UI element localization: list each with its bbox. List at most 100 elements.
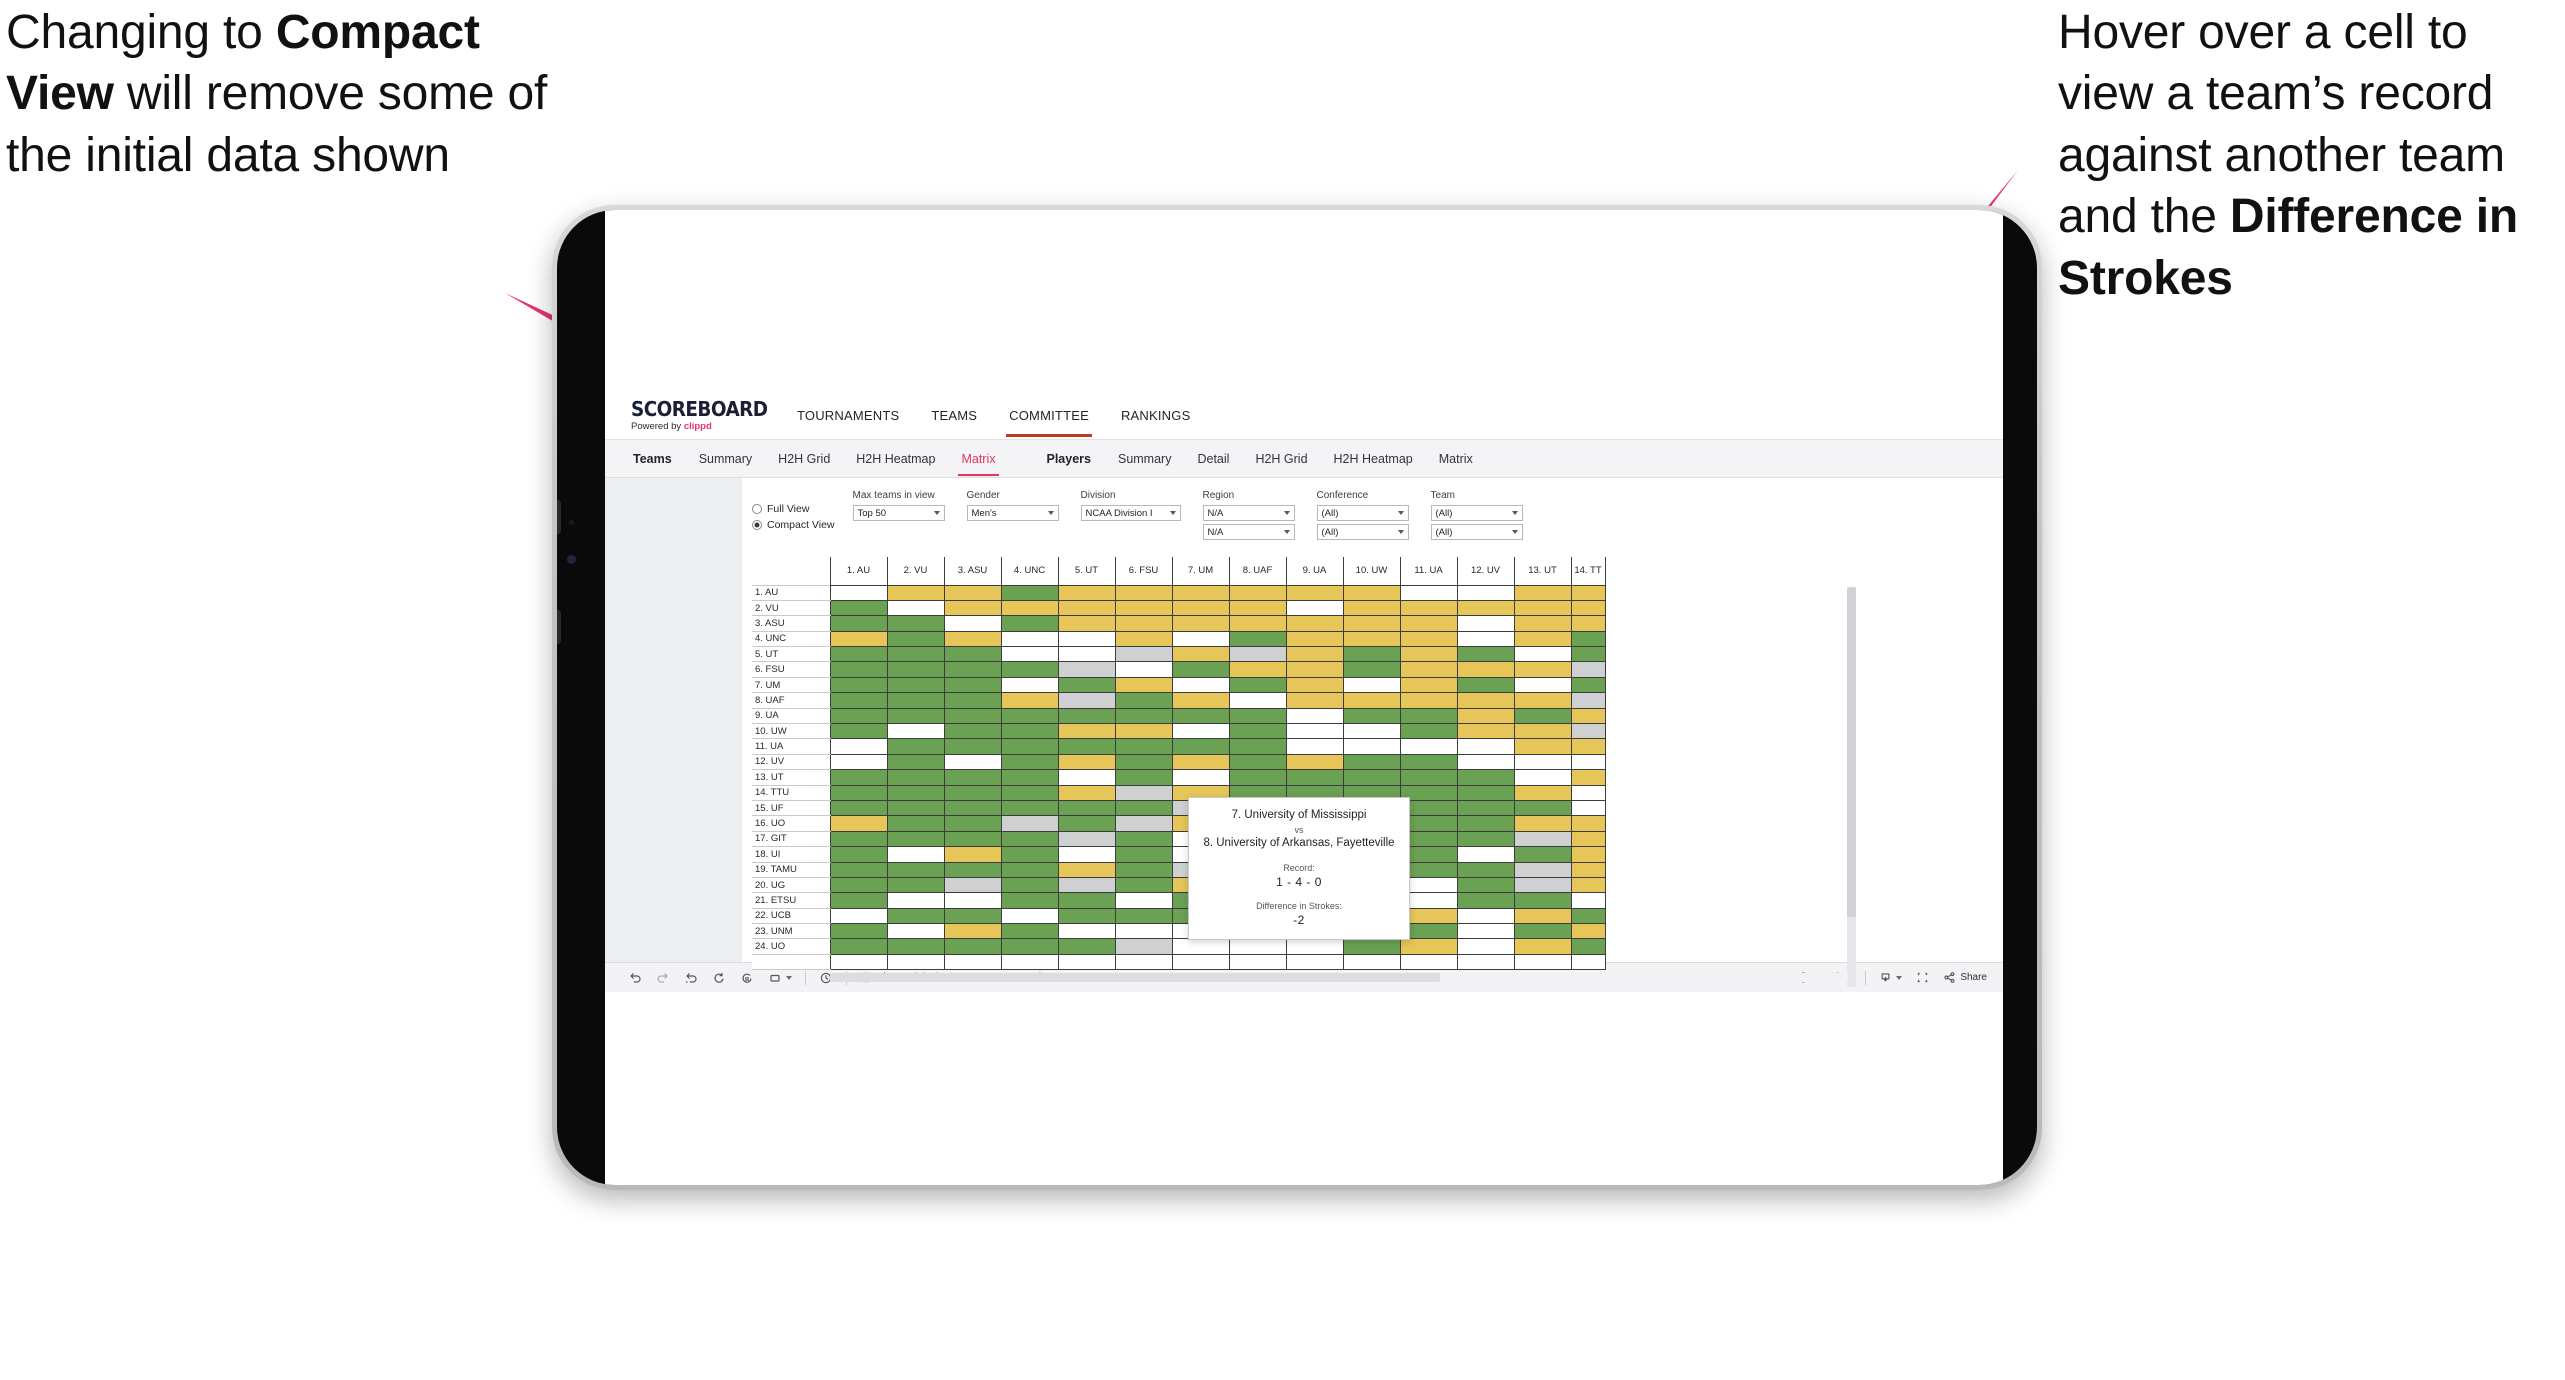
matrix-cell[interactable] bbox=[1513, 799, 1572, 817]
matrix-cell[interactable] bbox=[1456, 599, 1515, 617]
matrix-cell[interactable] bbox=[829, 769, 888, 786]
share-button[interactable]: Share bbox=[1936, 971, 2003, 984]
matrix-cell[interactable] bbox=[1570, 599, 1606, 617]
matrix-cell[interactable] bbox=[1513, 892, 1572, 909]
matrix-cell[interactable] bbox=[1513, 630, 1572, 648]
matrix-cell[interactable] bbox=[886, 815, 945, 832]
matrix-cell[interactable] bbox=[829, 923, 888, 940]
matrix-cell[interactable] bbox=[1000, 707, 1059, 725]
matrix-cell[interactable] bbox=[1114, 615, 1173, 632]
matrix-cell[interactable] bbox=[943, 953, 1002, 971]
matrix-cell[interactable] bbox=[1570, 938, 1606, 955]
matrix-cell[interactable] bbox=[1456, 692, 1515, 709]
subnav-teams-matrix[interactable]: Matrix bbox=[948, 452, 1008, 476]
matrix-cell[interactable] bbox=[1171, 938, 1230, 955]
matrix-cell[interactable] bbox=[1342, 723, 1401, 740]
matrix-cell[interactable] bbox=[1000, 876, 1059, 894]
matrix-cell[interactable] bbox=[829, 630, 888, 648]
matrix-cell[interactable] bbox=[943, 815, 1002, 832]
matrix-cell[interactable] bbox=[886, 738, 945, 755]
matrix-cell[interactable] bbox=[943, 784, 1002, 801]
matrix-cell[interactable] bbox=[1342, 584, 1401, 601]
matrix-cell[interactable] bbox=[1285, 953, 1344, 971]
horizontal-scrollbar[interactable] bbox=[830, 973, 1848, 983]
matrix-cell[interactable] bbox=[829, 830, 888, 848]
matrix-cell[interactable] bbox=[886, 630, 945, 648]
matrix-cell[interactable] bbox=[1570, 707, 1606, 725]
topnav-item-tournaments[interactable]: TOURNAMENTS bbox=[781, 393, 915, 437]
matrix-cell[interactable] bbox=[829, 723, 888, 740]
matrix-cell[interactable] bbox=[1456, 861, 1515, 878]
matrix-cell[interactable] bbox=[829, 615, 888, 632]
matrix-cell[interactable] bbox=[1171, 707, 1230, 725]
matrix-cell[interactable] bbox=[1228, 953, 1287, 971]
matrix-cell[interactable] bbox=[1000, 599, 1059, 617]
matrix-cell[interactable] bbox=[1513, 753, 1572, 771]
matrix-cell[interactable] bbox=[1456, 815, 1515, 832]
matrix-cell[interactable] bbox=[1000, 692, 1059, 709]
matrix-cell[interactable] bbox=[1228, 676, 1287, 694]
matrix-cell[interactable] bbox=[829, 584, 888, 601]
subnav-players-h2h-grid[interactable]: H2H Grid bbox=[1242, 452, 1320, 466]
matrix-cell[interactable] bbox=[1513, 953, 1572, 971]
matrix-cell[interactable] bbox=[1285, 646, 1344, 663]
matrix-cell[interactable] bbox=[1513, 646, 1572, 663]
matrix-cell[interactable] bbox=[1399, 692, 1458, 709]
matrix-cell[interactable] bbox=[1057, 830, 1116, 848]
matrix-cell[interactable] bbox=[1000, 769, 1059, 786]
filter-region-select-1[interactable]: N/A bbox=[1202, 505, 1295, 521]
matrix-cell[interactable] bbox=[1513, 584, 1572, 601]
matrix-cell[interactable] bbox=[886, 907, 945, 925]
matrix-cell[interactable] bbox=[1171, 630, 1230, 648]
matrix-cell[interactable] bbox=[1114, 753, 1173, 771]
matrix-cell[interactable] bbox=[1513, 876, 1572, 894]
matrix-cell[interactable] bbox=[1057, 769, 1116, 786]
matrix-cell[interactable] bbox=[1570, 584, 1606, 601]
matrix-cell[interactable] bbox=[1000, 830, 1059, 848]
matrix-cell[interactable] bbox=[1000, 892, 1059, 909]
matrix-cell[interactable] bbox=[1228, 723, 1287, 740]
matrix-cell[interactable] bbox=[1456, 723, 1515, 740]
matrix-cell[interactable] bbox=[1114, 646, 1173, 663]
redo-button[interactable] bbox=[649, 971, 677, 985]
matrix-cell[interactable] bbox=[943, 830, 1002, 848]
matrix-cell[interactable] bbox=[1399, 630, 1458, 648]
matrix-cell[interactable] bbox=[1456, 846, 1515, 863]
matrix-cell[interactable] bbox=[1000, 907, 1059, 925]
matrix-cell[interactable] bbox=[1000, 661, 1059, 678]
matrix-cell[interactable] bbox=[1570, 953, 1606, 971]
pause-button[interactable] bbox=[733, 971, 761, 985]
matrix-cell[interactable] bbox=[1171, 661, 1230, 678]
filter-gender-select[interactable]: Men's bbox=[966, 505, 1059, 521]
subnav-players-h2h-heatmap[interactable]: H2H Heatmap bbox=[1321, 452, 1426, 466]
matrix-cell[interactable] bbox=[1513, 615, 1572, 632]
matrix-cell[interactable] bbox=[1399, 661, 1458, 678]
matrix-cell[interactable] bbox=[943, 923, 1002, 940]
matrix-cell[interactable] bbox=[886, 599, 945, 617]
matrix-cell[interactable] bbox=[1570, 661, 1606, 678]
matrix-cell[interactable] bbox=[1057, 861, 1116, 878]
matrix-cell[interactable] bbox=[886, 769, 945, 786]
matrix-cell[interactable] bbox=[1342, 615, 1401, 632]
subnav-players-summary[interactable]: Summary bbox=[1105, 452, 1184, 466]
radio-full-view[interactable]: Full View bbox=[752, 503, 835, 515]
matrix-cell[interactable] bbox=[1171, 753, 1230, 771]
matrix-cell[interactable] bbox=[886, 723, 945, 740]
matrix-cell[interactable] bbox=[1399, 646, 1458, 663]
matrix-cell[interactable] bbox=[886, 584, 945, 601]
matrix-cell[interactable] bbox=[1114, 738, 1173, 755]
matrix-cell[interactable] bbox=[1285, 769, 1344, 786]
matrix-cell[interactable] bbox=[1228, 753, 1287, 771]
subnav-players-detail[interactable]: Detail bbox=[1184, 452, 1242, 466]
matrix-cell[interactable] bbox=[1570, 769, 1606, 786]
matrix-cell[interactable] bbox=[1456, 646, 1515, 663]
matrix-cell[interactable] bbox=[1114, 938, 1173, 955]
matrix-cell[interactable] bbox=[1057, 692, 1116, 709]
matrix-cell[interactable] bbox=[1057, 846, 1116, 863]
matrix-cell[interactable] bbox=[943, 615, 1002, 632]
matrix-cell[interactable] bbox=[1456, 707, 1515, 725]
matrix-cell[interactable] bbox=[943, 676, 1002, 694]
matrix-cell[interactable] bbox=[943, 707, 1002, 725]
matrix-cell[interactable] bbox=[1570, 615, 1606, 632]
matrix-cell[interactable] bbox=[829, 815, 888, 832]
